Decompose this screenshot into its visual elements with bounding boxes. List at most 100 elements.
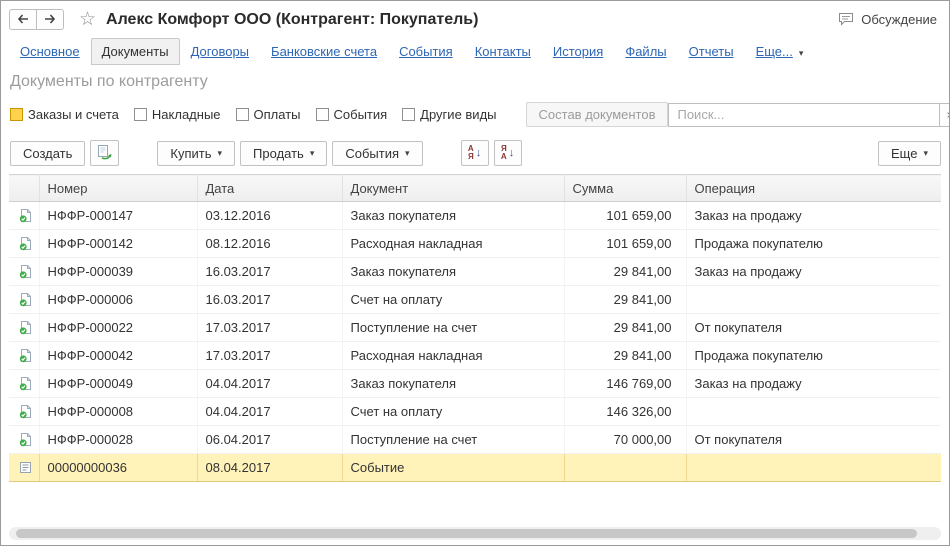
cell-amount: 70 000,00: [564, 425, 687, 454]
sort-descending-button[interactable]: ЯА ↓: [493, 140, 522, 166]
tab-documents[interactable]: Документы: [90, 38, 180, 65]
cell-date: 04.04.2017: [197, 369, 343, 398]
horizontal-scrollbar[interactable]: [9, 527, 941, 540]
column-header-amount[interactable]: Сумма: [564, 174, 687, 202]
tab-main[interactable]: Основное: [9, 38, 91, 65]
table-row[interactable]: НФФР-000042 17.03.2017 Расходная накладная…: [9, 341, 941, 370]
more-button[interactable]: Еще ▾: [878, 140, 941, 166]
cell-number: НФФР-000008: [39, 397, 198, 426]
back-button[interactable]: [9, 9, 37, 30]
cell-operation: От покупателя: [686, 313, 941, 342]
scrollbar-thumb[interactable]: [16, 529, 917, 538]
create-based-on-icon: [96, 144, 113, 163]
checkbox-icon[interactable]: [235, 108, 249, 121]
column-header-document[interactable]: Документ: [342, 174, 565, 202]
cell-amount: [564, 453, 687, 482]
column-header-operation[interactable]: Операция: [686, 174, 941, 202]
cell-document: Счет на оплату: [342, 397, 565, 426]
filter-checkbox-orders-and-invoices[interactable]: Заказы и счета: [10, 107, 119, 122]
table-row[interactable]: НФФР-000147 03.12.2016 Заказ покупателя 101…: [9, 201, 941, 230]
search-input[interactable]: [668, 102, 941, 127]
posted-document-icon: [9, 397, 40, 426]
filter-checkbox-payments[interactable]: Оплаты: [235, 107, 301, 122]
cell-amount: 101 659,00: [564, 229, 687, 258]
checkbox-icon[interactable]: [10, 108, 23, 121]
table-row[interactable]: НФФР-000028 06.04.2017 Поступление на счет…: [9, 425, 941, 454]
cell-document: Заказ покупателя: [342, 369, 565, 398]
buy-menu-button[interactable]: Купить ▾: [157, 140, 236, 166]
table-row[interactable]: НФФР-000022 17.03.2017 Поступление на счет…: [9, 313, 941, 342]
create-based-on-button[interactable]: [90, 140, 120, 166]
checkbox-icon[interactable]: [133, 108, 147, 121]
tab-events[interactable]: События: [388, 38, 464, 65]
tab-contracts[interactable]: Договоры: [180, 38, 260, 65]
column-header-date[interactable]: Дата: [197, 174, 343, 202]
arrow-left-icon: [17, 12, 29, 27]
arrow-right-icon: [44, 12, 56, 27]
cell-number: НФФР-000039: [39, 257, 198, 286]
table-row[interactable]: НФФР-000039 16.03.2017 Заказ покупателя 29 …: [9, 257, 941, 286]
sort-ascending-button[interactable]: АЯ ↓: [460, 140, 489, 166]
tab-reports[interactable]: Отчеты: [678, 38, 745, 65]
cell-operation: Заказ на продажу: [686, 201, 941, 230]
cell-document: Расходная накладная: [342, 229, 565, 258]
posted-document-icon: [9, 341, 40, 370]
table-row[interactable]: НФФР-000049 04.04.2017 Заказ покупателя 146…: [9, 369, 941, 398]
posted-document-icon: [9, 425, 40, 454]
cell-date: 08.12.2016: [197, 229, 343, 258]
tab-files[interactable]: Файлы: [614, 38, 677, 65]
events-menu-label: События: [345, 145, 400, 161]
filter-checkbox-waybills[interactable]: Накладные: [133, 107, 221, 122]
posted-document-icon: [9, 229, 40, 258]
create-button[interactable]: Создать: [10, 140, 86, 166]
documents-table-body: НФФР-000147 03.12.2016 Заказ покупателя 101…: [9, 201, 941, 482]
column-header-icon[interactable]: [9, 174, 40, 202]
cell-number: НФФР-000006: [39, 285, 198, 314]
clear-search-button[interactable]: ×: [940, 102, 949, 127]
sort-descending-icon: ЯА: [500, 144, 507, 161]
sell-menu-button[interactable]: Продать ▾: [240, 140, 328, 166]
checkbox-icon[interactable]: [315, 108, 329, 121]
table-row[interactable]: НФФР-000006 16.03.2017 Счет на оплату 29 84…: [9, 285, 941, 314]
page-title: Алекс Комфорт ООО (Контрагент: Покупател…: [106, 10, 479, 28]
tab-contacts[interactable]: Контакты: [464, 38, 542, 65]
cell-date: 17.03.2017: [197, 341, 343, 370]
favorite-star-icon[interactable]: ☆: [79, 10, 96, 29]
discussion-button[interactable]: Обсуждение: [838, 11, 937, 29]
cell-document: Поступление на счет: [342, 313, 565, 342]
cell-operation: От покупателя: [686, 425, 941, 454]
cell-number: 00000000036: [39, 453, 198, 482]
cell-amount: 29 841,00: [564, 341, 687, 370]
forward-button[interactable]: [36, 9, 64, 30]
search-box: ×: [668, 102, 949, 127]
checkbox-label: Другие виды: [420, 107, 497, 122]
events-menu-button[interactable]: События ▾: [332, 140, 423, 166]
cell-number: НФФР-000028: [39, 425, 198, 454]
tab-more[interactable]: Еще... ▾: [745, 38, 815, 65]
arrow-down-icon: ↓: [508, 146, 515, 159]
app-window: ☆ Алекс Комфорт ООО (Контрагент: Покупат…: [0, 0, 950, 546]
filter-checkbox-other-types[interactable]: Другие виды: [402, 107, 497, 122]
cell-number: НФФР-000042: [39, 341, 198, 370]
filter-checkbox-events[interactable]: События: [315, 107, 387, 122]
table-row[interactable]: 00000000036 08.04.2017 Событие: [9, 453, 941, 482]
table-row[interactable]: НФФР-000142 08.12.2016 Расходная накладная…: [9, 229, 941, 258]
cell-operation: Заказ на продажу: [686, 369, 941, 398]
tab-bank-accounts[interactable]: Банковские счета: [260, 38, 388, 65]
sort-ascending-icon: АЯ: [467, 144, 474, 161]
tab-history[interactable]: История: [542, 38, 614, 65]
table-row[interactable]: НФФР-000008 04.04.2017 Счет на оплату 146 3…: [9, 397, 941, 426]
column-header-number[interactable]: Номер: [39, 174, 198, 202]
event-icon: [9, 453, 40, 482]
checkbox-icon[interactable]: [402, 108, 416, 121]
cell-amount: 101 659,00: [564, 201, 687, 230]
cell-date: 17.03.2017: [197, 313, 343, 342]
document-composition-button[interactable]: Состав документов: [525, 102, 669, 127]
arrow-down-icon: ↓: [475, 146, 482, 159]
chevron-down-icon: ▾: [798, 48, 804, 58]
cell-number: НФФР-000022: [39, 313, 198, 342]
cell-operation: Заказ на продажу: [686, 257, 941, 286]
cell-date: 03.12.2016: [197, 201, 343, 230]
toolbar: Создать Купить ▾ Продать ▾ События ▾ АЯ …: [1, 134, 949, 174]
cell-document: Расходная накладная: [342, 341, 565, 370]
